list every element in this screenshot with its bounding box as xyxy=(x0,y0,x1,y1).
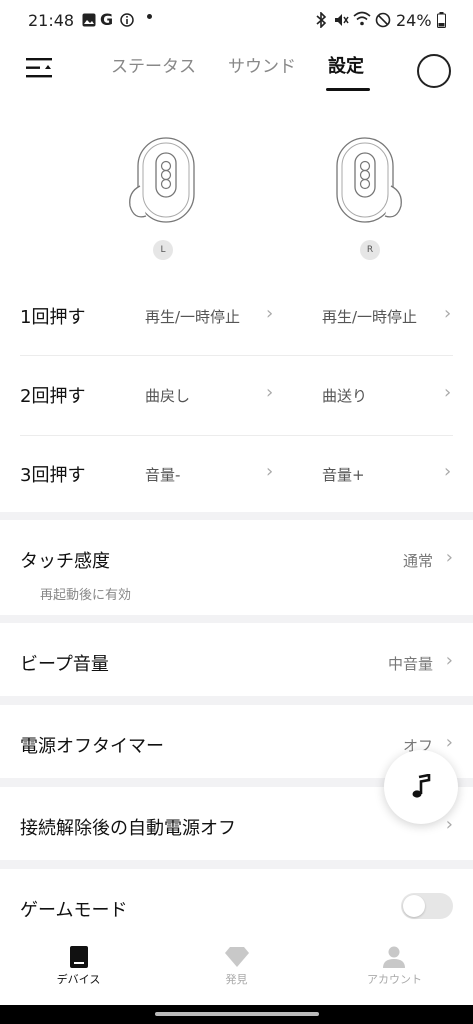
chevron-right-icon[interactable]: › xyxy=(444,303,451,324)
left-action-value[interactable]: 音量- xyxy=(145,464,180,485)
right-action-value[interactable]: 曲送り xyxy=(322,385,367,406)
right-action-value[interactable]: 音量+ xyxy=(322,464,365,485)
music-note-icon xyxy=(410,773,432,804)
battery-icon xyxy=(437,12,446,32)
nav-label: 発見 xyxy=(225,973,248,986)
active-tab-indicator xyxy=(326,88,370,91)
chevron-right-icon[interactable]: › xyxy=(266,382,273,403)
control-label: 1回押す xyxy=(20,307,86,328)
battery-percent: 24% xyxy=(396,11,432,30)
right-action-value[interactable]: 再生/一時停止 xyxy=(322,306,417,327)
touch-sensitivity-setting[interactable]: タッチ感度 通常 › 再起動後に有効 xyxy=(0,520,473,615)
menu-icon[interactable] xyxy=(26,56,54,84)
tab-status[interactable]: ステータス xyxy=(111,52,196,77)
left-action-value[interactable]: 曲戻し xyxy=(145,385,190,406)
status-time: 21:48 xyxy=(28,11,75,30)
right-earbud-icon xyxy=(333,136,405,230)
device-icon xyxy=(70,946,88,972)
music-fab-button[interactable] xyxy=(384,750,458,824)
chevron-right-icon[interactable]: › xyxy=(266,461,273,482)
tab-sound[interactable]: サウンド xyxy=(228,52,296,77)
nav-item-devices[interactable]: デバイス xyxy=(0,937,157,1005)
nav-item-account[interactable]: アカウント xyxy=(316,937,473,1005)
setting-title: 接続解除後の自動電源オフ xyxy=(20,818,236,839)
earbuds-section: L R xyxy=(0,100,473,278)
person-icon xyxy=(383,946,405,972)
chevron-right-icon[interactable]: › xyxy=(444,461,451,482)
nav-label: アカウント xyxy=(367,973,422,986)
gesture-bar xyxy=(0,1005,473,1024)
chevron-right-icon: › xyxy=(445,814,453,835)
beep-volume-setting[interactable]: ビープ音量 中音量 › xyxy=(0,623,473,696)
control-row-triple-press: 3回押す 音量- › 音量+ › xyxy=(0,436,473,512)
google-icon: G xyxy=(100,10,114,29)
setting-title: タッチ感度 xyxy=(20,551,110,572)
chevron-right-icon[interactable]: › xyxy=(444,382,451,403)
nav-item-discover[interactable]: 発見 xyxy=(158,937,315,1005)
chevron-right-icon: › xyxy=(445,732,453,753)
setting-title: 電源オフタイマー xyxy=(20,736,164,757)
bluetooth-icon xyxy=(315,11,327,32)
setting-value: 通常 xyxy=(402,552,433,570)
info-icon xyxy=(120,12,134,31)
setting-title: ビープ音量 xyxy=(20,654,109,675)
toggle-knob xyxy=(403,895,425,917)
gallery-icon xyxy=(82,12,96,31)
control-row-double-press: 2回押す 曲戻し › 曲送り › xyxy=(0,356,473,436)
setting-value: 中音量 xyxy=(387,655,433,673)
do-not-disturb-icon xyxy=(375,12,391,32)
bottom-nav: デバイス 発見 アカウント xyxy=(0,937,473,1005)
setting-note: 再起動後に有効 xyxy=(40,588,132,603)
wifi-icon xyxy=(353,11,371,31)
game-mode-toggle[interactable] xyxy=(401,893,453,919)
left-earbud-icon xyxy=(126,136,198,230)
chevron-right-icon: › xyxy=(445,650,453,671)
header: ステータス サウンド 設定 xyxy=(0,44,473,100)
avatar[interactable] xyxy=(417,54,451,88)
nav-label: デバイス xyxy=(56,973,101,986)
notification-dot-icon xyxy=(147,14,152,19)
diamond-icon xyxy=(225,947,249,971)
chevron-right-icon: › xyxy=(445,547,453,568)
status-bar: 21:48 G 24% xyxy=(0,0,473,44)
mute-icon xyxy=(333,12,349,32)
tab-settings[interactable]: 設定 xyxy=(328,52,364,78)
control-label: 3回押す xyxy=(20,465,86,486)
home-indicator[interactable] xyxy=(155,1012,319,1016)
control-label: 2回押す xyxy=(20,386,86,407)
setting-title: ゲームモード xyxy=(20,900,128,921)
left-earbud-badge: L xyxy=(153,240,173,260)
control-row-single-press: 1回押す 再生/一時停止 › 再生/一時停止 › xyxy=(0,276,473,356)
left-action-value[interactable]: 再生/一時停止 xyxy=(145,306,240,327)
right-earbud-badge: R xyxy=(360,240,380,260)
chevron-right-icon[interactable]: › xyxy=(266,303,273,324)
